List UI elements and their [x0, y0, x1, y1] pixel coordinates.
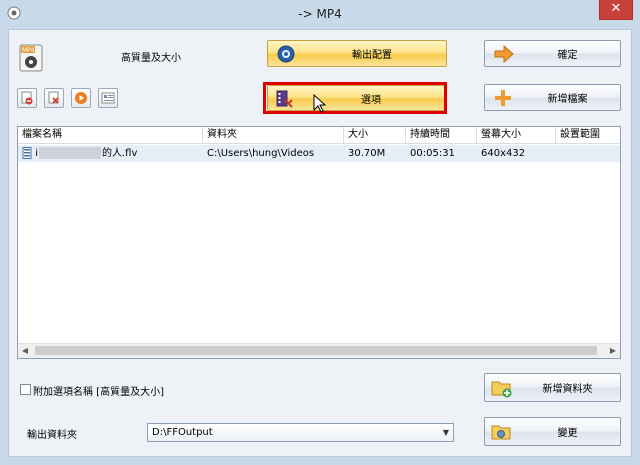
- scrollbar-thumb[interactable]: [35, 346, 597, 355]
- video-file-icon: [22, 147, 32, 159]
- mouse-cursor-icon: [313, 94, 327, 113]
- column-header-duration[interactable]: 持續時間: [406, 127, 477, 143]
- column-header-screen-size[interactable]: 螢幕大小: [477, 127, 556, 143]
- column-header-range[interactable]: 設置範圍: [556, 127, 620, 143]
- output-config-label: 輸出配置: [352, 50, 392, 61]
- table-header: 檔案名稱 資料夾 大小 持續時間 螢幕大小 設置範圍: [18, 127, 620, 144]
- arrow-right-icon: [494, 45, 514, 63]
- delete-button[interactable]: [17, 88, 37, 108]
- folder-change-icon: [491, 425, 511, 440]
- output-config-button[interactable]: 輸出配置: [267, 40, 447, 67]
- append-option-name-checkbox[interactable]: [20, 384, 31, 395]
- ok-label: 確定: [557, 50, 578, 61]
- add-folder-icon: [491, 381, 512, 398]
- cell-size: 30.70M: [348, 148, 386, 159]
- change-label: 變更: [557, 428, 578, 439]
- svg-text:MP4: MP4: [22, 47, 35, 54]
- plus-icon: [495, 90, 511, 106]
- delete-icon: [21, 91, 33, 105]
- title-bar[interactable]: -> MP4 ✕: [0, 0, 640, 28]
- play-icon: [75, 92, 87, 104]
- clear-list-button[interactable]: [44, 88, 64, 108]
- table-row[interactable]: i 的人.flv C:\Users\hung\Videos 30.70M 00:0…: [18, 145, 620, 162]
- highlight-box: [263, 82, 447, 114]
- column-header-folder[interactable]: 資料夾: [203, 127, 344, 143]
- redacted-text: [38, 147, 101, 159]
- output-folder-value: D:\FFOutput: [152, 427, 213, 438]
- play-button[interactable]: [71, 88, 91, 108]
- filename-prefix: i: [35, 148, 38, 159]
- cell-folder: C:\Users\hung\Videos: [207, 148, 315, 159]
- cell-range: [556, 145, 620, 162]
- scroll-left-icon[interactable]: ◀: [18, 344, 32, 358]
- add-folder-label: 新增資料夾: [542, 384, 593, 395]
- info-icon: [101, 92, 115, 104]
- mp4-format-icon: MP4: [19, 44, 43, 72]
- append-option-name-label: 附加選項名稱 [高質量及大小]: [33, 387, 164, 398]
- add-file-button[interactable]: 新增檔案: [484, 84, 621, 111]
- column-header-size[interactable]: 大小: [344, 127, 406, 143]
- column-header-filename[interactable]: 檔案名稱: [18, 127, 203, 143]
- clear-list-icon: [48, 91, 59, 104]
- window-title: -> MP4: [298, 7, 342, 21]
- app-window: -> MP4 ✕ MP4 高質量及大小 輸出配置 確定 選項 新增檔案 檔案名稱…: [0, 0, 640, 465]
- quality-profile-label: 高質量及大小: [121, 53, 181, 64]
- close-button[interactable]: ✕: [599, 0, 633, 20]
- change-button[interactable]: 變更: [484, 417, 621, 446]
- chevron-down-icon: ▼: [442, 428, 449, 437]
- output-folder-select[interactable]: D:\FFOutput ▼: [147, 423, 454, 442]
- scroll-right-icon[interactable]: ▶: [606, 344, 620, 358]
- add-folder-button[interactable]: 新增資料夾: [484, 373, 621, 402]
- horizontal-scrollbar[interactable]: ◀ ▶: [18, 343, 620, 358]
- filename-suffix: 的人.flv: [101, 148, 138, 159]
- output-folder-label: 輸出資料夾: [27, 430, 77, 441]
- cell-filename: i 的人.flv: [18, 145, 203, 162]
- info-button[interactable]: [98, 88, 118, 108]
- output-config-icon: [277, 45, 295, 63]
- cell-screen-size: 640x432: [481, 148, 526, 159]
- add-file-label: 新增檔案: [547, 94, 588, 105]
- ok-button[interactable]: 確定: [484, 40, 621, 67]
- cell-duration: 00:05:31: [410, 148, 455, 159]
- file-list-table[interactable]: 檔案名稱 資料夾 大小 持續時間 螢幕大小 設置範圍 i 的人.flv C:\Us…: [17, 126, 621, 359]
